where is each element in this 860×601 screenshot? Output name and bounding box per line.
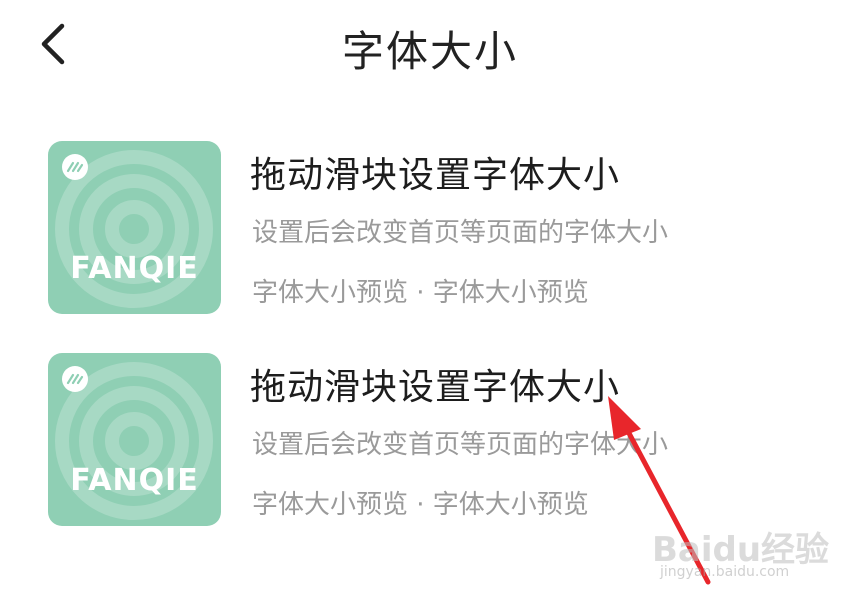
card-meta: 字体大小预览 · 字体大小预览 xyxy=(252,278,589,308)
watermark-url: jingyan.baidu.com xyxy=(660,564,790,580)
book-cover: FANQIE xyxy=(48,353,221,526)
page-title: 字体大小 xyxy=(341,27,518,76)
header-bar: 字体大小 xyxy=(0,0,860,100)
cover-logo-text: FANQIE xyxy=(70,463,199,498)
card-description: 设置后会改变首页等页面的字体大小 xyxy=(252,218,669,248)
cover-rings-graphic xyxy=(55,362,213,520)
card-meta: 字体大小预览 · 字体大小预览 xyxy=(252,490,589,520)
cover-rings-graphic xyxy=(55,150,213,308)
card-description: 设置后会改变首页等页面的字体大小 xyxy=(252,430,669,460)
book-cover: FANQIE xyxy=(48,141,221,314)
cover-logo-text: FANQIE xyxy=(70,251,199,286)
card-title: 拖动滑块设置字体大小 xyxy=(250,367,621,408)
watermark: Baidu经验 jingyan.baidu.com xyxy=(640,500,840,590)
card-title: 拖动滑块设置字体大小 xyxy=(250,155,621,196)
preview-card: FANQIE 拖动滑块设置字体大小 设置后会改变首页等页面的字体大小 字体大小预… xyxy=(0,140,860,320)
